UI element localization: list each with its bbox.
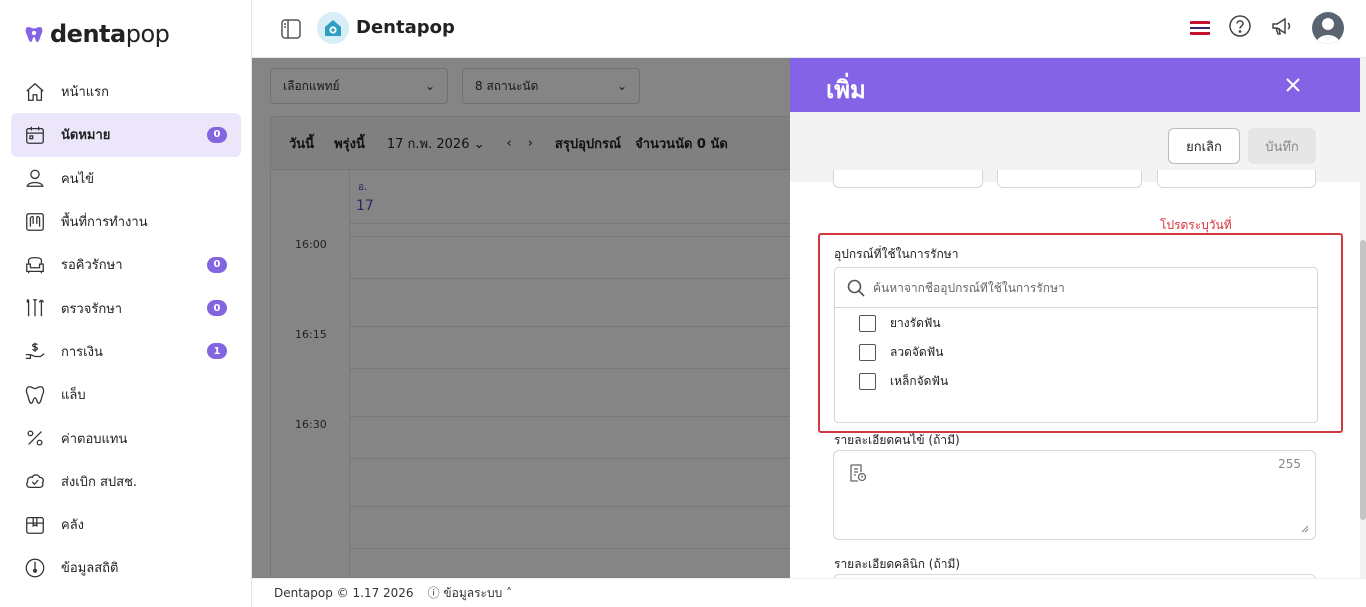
drawer-scrollbar[interactable] xyxy=(1360,58,1366,578)
search-icon xyxy=(847,279,865,297)
money-hand-icon xyxy=(23,339,47,363)
patient-detail-textarea[interactable]: 255 xyxy=(833,450,1316,540)
patient-detail-label: รายละเอียดคนไข้ (ถ้ามี) xyxy=(834,433,960,447)
thai-flag-icon[interactable] xyxy=(1190,21,1210,35)
footer: Dentapop © 1.17 2026 ⓘ ข้อมูลระบบ ˄ xyxy=(252,578,1366,607)
equipment-section: อุปกรณ์ที่ใช้ในการรักษา ยางรัดฟัน ลวดจัด… xyxy=(818,233,1343,433)
save-button[interactable]: บันทึก xyxy=(1248,128,1316,164)
sidebar-item-label: ตรวจรักษา xyxy=(61,301,123,317)
workspace-icon xyxy=(23,210,47,234)
megaphone-icon[interactable] xyxy=(1270,14,1294,42)
scrollbar-thumb[interactable] xyxy=(1360,240,1366,520)
partial-input[interactable] xyxy=(833,170,983,188)
resize-handle-icon[interactable] xyxy=(1301,525,1309,533)
sidebar-item-label: คลัง xyxy=(61,518,85,534)
checkbox[interactable] xyxy=(859,344,876,361)
partial-input[interactable] xyxy=(997,170,1142,188)
equipment-search xyxy=(835,268,1317,308)
sidebar-item-label: นัดหมาย xyxy=(61,128,111,144)
tools-icon xyxy=(23,296,47,320)
sidebar-item-label: รอคิวรักษา xyxy=(61,258,123,274)
box-icon xyxy=(23,513,47,537)
modal-backdrop[interactable] xyxy=(252,58,790,578)
help-icon[interactable] xyxy=(1228,14,1252,42)
treatment-badge: 0 xyxy=(207,300,227,317)
sidebar-item-nhso-claim[interactable]: ส่งเบิก สปสช. xyxy=(11,460,241,503)
footer-copyright: Dentapop © 1.17 2026 xyxy=(274,586,414,600)
equipment-option[interactable]: ยางรัดฟัน xyxy=(859,314,941,333)
percent-icon xyxy=(23,426,47,450)
cloud-check-icon xyxy=(23,469,47,493)
sidebar: dentapop หน้าแรก นัดหมาย 0 คนไข้ พื้นที่… xyxy=(0,0,252,607)
sidebar-item-patients[interactable]: คนไข้ xyxy=(11,157,241,200)
sidebar-item-finance[interactable]: การเงิน 1 xyxy=(11,330,241,373)
tooth-icon xyxy=(23,383,47,407)
sidebar-item-label: พื้นที่การทำงาน xyxy=(61,215,148,231)
char-counter: 255 xyxy=(1278,457,1301,471)
clinic-detail-label: รายละเอียดคลินิก (ถ้ามี) xyxy=(834,557,961,571)
sidebar-item-statistics[interactable]: ข้อมูลสถิติ xyxy=(11,546,241,589)
user-avatar[interactable] xyxy=(1312,12,1344,44)
checkbox[interactable] xyxy=(859,373,876,390)
brand-logo[interactable]: dentapop xyxy=(24,20,170,48)
queue-badge: 0 xyxy=(207,256,227,273)
equipment-option-label: ลวดจัดฟัน xyxy=(890,345,944,359)
calendar-icon xyxy=(23,123,47,147)
brand-name: dentapop xyxy=(50,20,170,48)
sidebar-item-label: ข้อมูลสถิติ xyxy=(61,561,119,577)
clinic-logo-icon xyxy=(317,12,349,44)
sidebar-item-queue[interactable]: รอคิวรักษา 0 xyxy=(11,243,241,286)
equipment-label: อุปกรณ์ที่ใช้ในการรักษา xyxy=(834,247,959,261)
sidebar-item-workspace[interactable]: พื้นที่การทำงาน xyxy=(11,200,241,243)
sidebar-item-treatment[interactable]: ตรวจรักษา 0 xyxy=(11,286,241,329)
sidebar-nav: หน้าแรก นัดหมาย 0 คนไข้ พื้นที่การทำงาน … xyxy=(11,70,241,590)
equipment-option[interactable]: เหล็กจัดฟัน xyxy=(859,372,948,391)
drawer-title: เพิ่ม xyxy=(826,76,866,104)
close-icon[interactable] xyxy=(1280,72,1306,98)
system-info-link[interactable]: ⓘ ข้อมูลระบบ ˄ xyxy=(428,584,512,603)
finance-badge: 1 xyxy=(207,343,227,360)
clinic-detail-textarea[interactable] xyxy=(833,574,1316,578)
equipment-panel: ยางรัดฟัน ลวดจัดฟัน เหล็กจัดฟัน xyxy=(834,267,1318,423)
info-icon: ⓘ xyxy=(427,585,440,600)
note-icon xyxy=(848,463,868,487)
sidebar-item-label: ส่งเบิก สปสช. xyxy=(61,474,138,490)
user-icon xyxy=(23,166,47,190)
stats-icon xyxy=(23,556,47,580)
header-actions xyxy=(1190,12,1344,44)
top-header: Dentapop xyxy=(252,0,1366,58)
sidebar-item-label: คนไข้ xyxy=(61,171,95,187)
sidebar-item-label: หน้าแรก xyxy=(61,85,109,101)
equipment-option-label: เหล็กจัดฟัน xyxy=(890,374,949,388)
equipment-option-label: ยางรัดฟัน xyxy=(890,316,941,330)
sidebar-item-inventory[interactable]: คลัง xyxy=(11,503,241,546)
partial-input[interactable] xyxy=(1157,170,1316,188)
appointments-badge: 0 xyxy=(207,126,227,143)
checkbox[interactable] xyxy=(859,315,876,332)
sidebar-item-lab[interactable]: แล็บ xyxy=(11,373,241,416)
sidebar-item-label: ค่าตอบแทน xyxy=(61,431,128,447)
tooth-logo-icon xyxy=(25,27,43,42)
sofa-icon xyxy=(23,253,47,277)
chevron-up-icon: ˄ xyxy=(506,585,513,600)
equipment-search-input[interactable] xyxy=(873,280,1293,295)
sidebar-toggle-icon[interactable] xyxy=(280,18,302,40)
home-icon xyxy=(23,80,47,104)
equipment-option[interactable]: ลวดจัดฟัน xyxy=(859,343,943,362)
clinic-name: Dentapop xyxy=(356,17,455,38)
sidebar-item-home[interactable]: หน้าแรก xyxy=(11,70,241,113)
sidebar-item-compensation[interactable]: ค่าตอบแทน xyxy=(11,416,241,459)
cancel-button[interactable]: ยกเลิก xyxy=(1168,128,1240,164)
drawer-header: เพิ่ม xyxy=(790,58,1360,112)
sidebar-item-appointments[interactable]: นัดหมาย 0 xyxy=(11,113,241,157)
sidebar-item-label: การเงิน xyxy=(61,344,103,360)
add-appointment-drawer: เพิ่ม ยกเลิก บันทึก โปรดระบุวันที่ อุปกร… xyxy=(790,58,1360,578)
sidebar-item-label: แล็บ xyxy=(61,388,86,404)
